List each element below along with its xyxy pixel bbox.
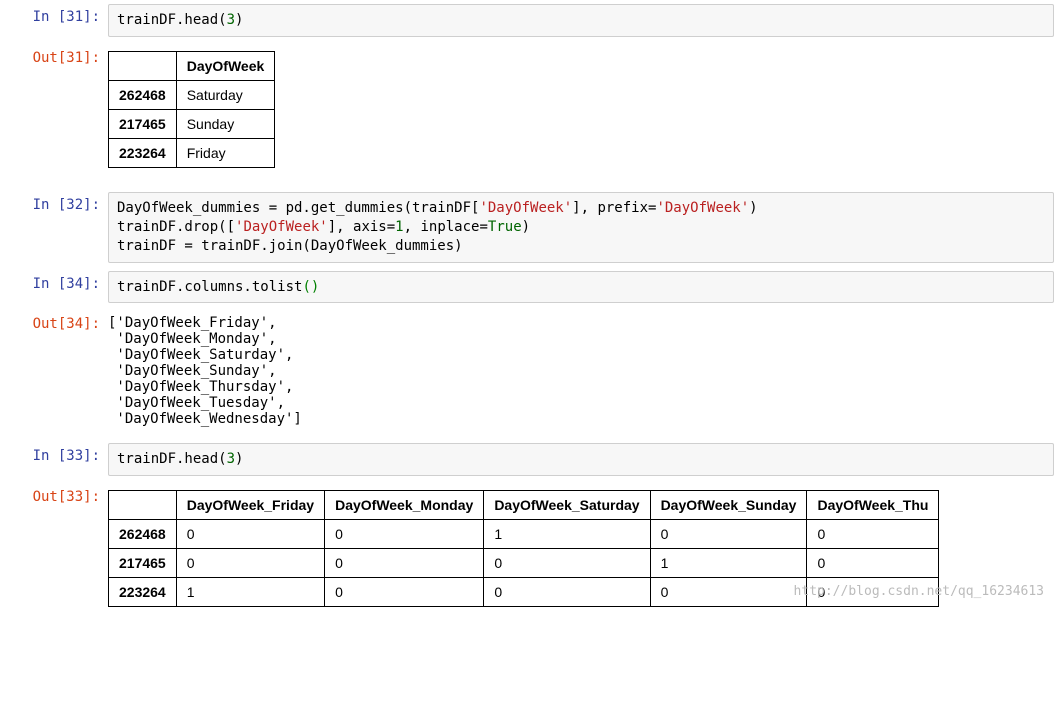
row-index: 223264 bbox=[109, 578, 177, 607]
cell-value: 0 bbox=[325, 578, 484, 607]
prompt-in-33: In [33]: bbox=[0, 443, 108, 465]
prompt-out-34: Out[34]: bbox=[0, 311, 108, 333]
table-31: DayOfWeek 262468 Saturday 217465 Sunday … bbox=[108, 51, 275, 168]
table-row: 262468 0 0 1 0 0 bbox=[109, 520, 939, 549]
table-col: DayOfWeek_Sunday bbox=[650, 491, 807, 520]
cell-value: 0 bbox=[176, 549, 324, 578]
prompt-out-31: Out[31]: bbox=[0, 45, 108, 67]
prompt-in-34: In [34]: bbox=[0, 271, 108, 293]
cell-value: 0 bbox=[807, 578, 939, 607]
table-corner bbox=[109, 491, 177, 520]
table-corner bbox=[109, 51, 177, 80]
row-index: 223264 bbox=[109, 138, 177, 167]
cell-out-33: Out[33]: DayOfWeek_Friday DayOfWeek_Mond… bbox=[0, 480, 1054, 627]
row-index: 262468 bbox=[109, 520, 177, 549]
table-row: 223264 1 0 0 0 0 bbox=[109, 578, 939, 607]
table-col: DayOfWeek_Friday bbox=[176, 491, 324, 520]
table-33: DayOfWeek_Friday DayOfWeek_Monday DayOfW… bbox=[108, 490, 939, 607]
cell-value: 1 bbox=[484, 520, 650, 549]
prompt-in-32: In [32]: bbox=[0, 192, 108, 214]
cell-value: 0 bbox=[484, 549, 650, 578]
output-34: ['DayOfWeek_Friday', 'DayOfWeek_Monday',… bbox=[108, 311, 1054, 435]
row-index: 217465 bbox=[109, 549, 177, 578]
table-header-row: DayOfWeek bbox=[109, 51, 275, 80]
row-index: 262468 bbox=[109, 80, 177, 109]
cell-value: 0 bbox=[325, 520, 484, 549]
cell-value: 0 bbox=[807, 520, 939, 549]
cell-value: 0 bbox=[650, 578, 807, 607]
cell-value: 1 bbox=[650, 549, 807, 578]
cell-value: 0 bbox=[484, 578, 650, 607]
cell-value: Sunday bbox=[176, 109, 275, 138]
table-row: 217465 Sunday bbox=[109, 109, 275, 138]
table-col: DayOfWeek_Monday bbox=[325, 491, 484, 520]
table-col-DayOfWeek: DayOfWeek bbox=[176, 51, 275, 80]
cell-value: 0 bbox=[650, 520, 807, 549]
prompt-out-33: Out[33]: bbox=[0, 484, 108, 506]
cell-in-31: In [31]: trainDF.head(3) bbox=[0, 0, 1054, 41]
code-input-31[interactable]: trainDF.head(3) bbox=[108, 4, 1054, 37]
cell-out-31: Out[31]: DayOfWeek 262468 Saturday 21746… bbox=[0, 41, 1054, 188]
table-col: DayOfWeek_Thu bbox=[807, 491, 939, 520]
cell-value: Saturday bbox=[176, 80, 275, 109]
output-31: DayOfWeek 262468 Saturday 217465 Sunday … bbox=[108, 45, 1054, 184]
output-33: DayOfWeek_Friday DayOfWeek_Monday DayOfW… bbox=[108, 484, 1054, 623]
cell-in-33: In [33]: trainDF.head(3) bbox=[0, 439, 1054, 480]
cell-in-32: In [32]: DayOfWeek_dummies = pd.get_dumm… bbox=[0, 188, 1054, 267]
table-row: 223264 Friday bbox=[109, 138, 275, 167]
cell-value: 0 bbox=[807, 549, 939, 578]
cell-in-34: In [34]: trainDF.columns.tolist() bbox=[0, 267, 1054, 308]
code-input-32[interactable]: DayOfWeek_dummies = pd.get_dummies(train… bbox=[108, 192, 1054, 263]
cell-value: Friday bbox=[176, 138, 275, 167]
prompt-in-31: In [31]: bbox=[0, 4, 108, 26]
cell-value: 1 bbox=[176, 578, 324, 607]
table-row: 217465 0 0 0 1 0 bbox=[109, 549, 939, 578]
row-index: 217465 bbox=[109, 109, 177, 138]
table-row: 262468 Saturday bbox=[109, 80, 275, 109]
cell-value: 0 bbox=[325, 549, 484, 578]
cell-out-34: Out[34]: ['DayOfWeek_Friday', 'DayOfWeek… bbox=[0, 307, 1054, 439]
cell-value: 0 bbox=[176, 520, 324, 549]
code-input-33[interactable]: trainDF.head(3) bbox=[108, 443, 1054, 476]
code-input-34[interactable]: trainDF.columns.tolist() bbox=[108, 271, 1054, 304]
table-header-row: DayOfWeek_Friday DayOfWeek_Monday DayOfW… bbox=[109, 491, 939, 520]
table-col: DayOfWeek_Saturday bbox=[484, 491, 650, 520]
